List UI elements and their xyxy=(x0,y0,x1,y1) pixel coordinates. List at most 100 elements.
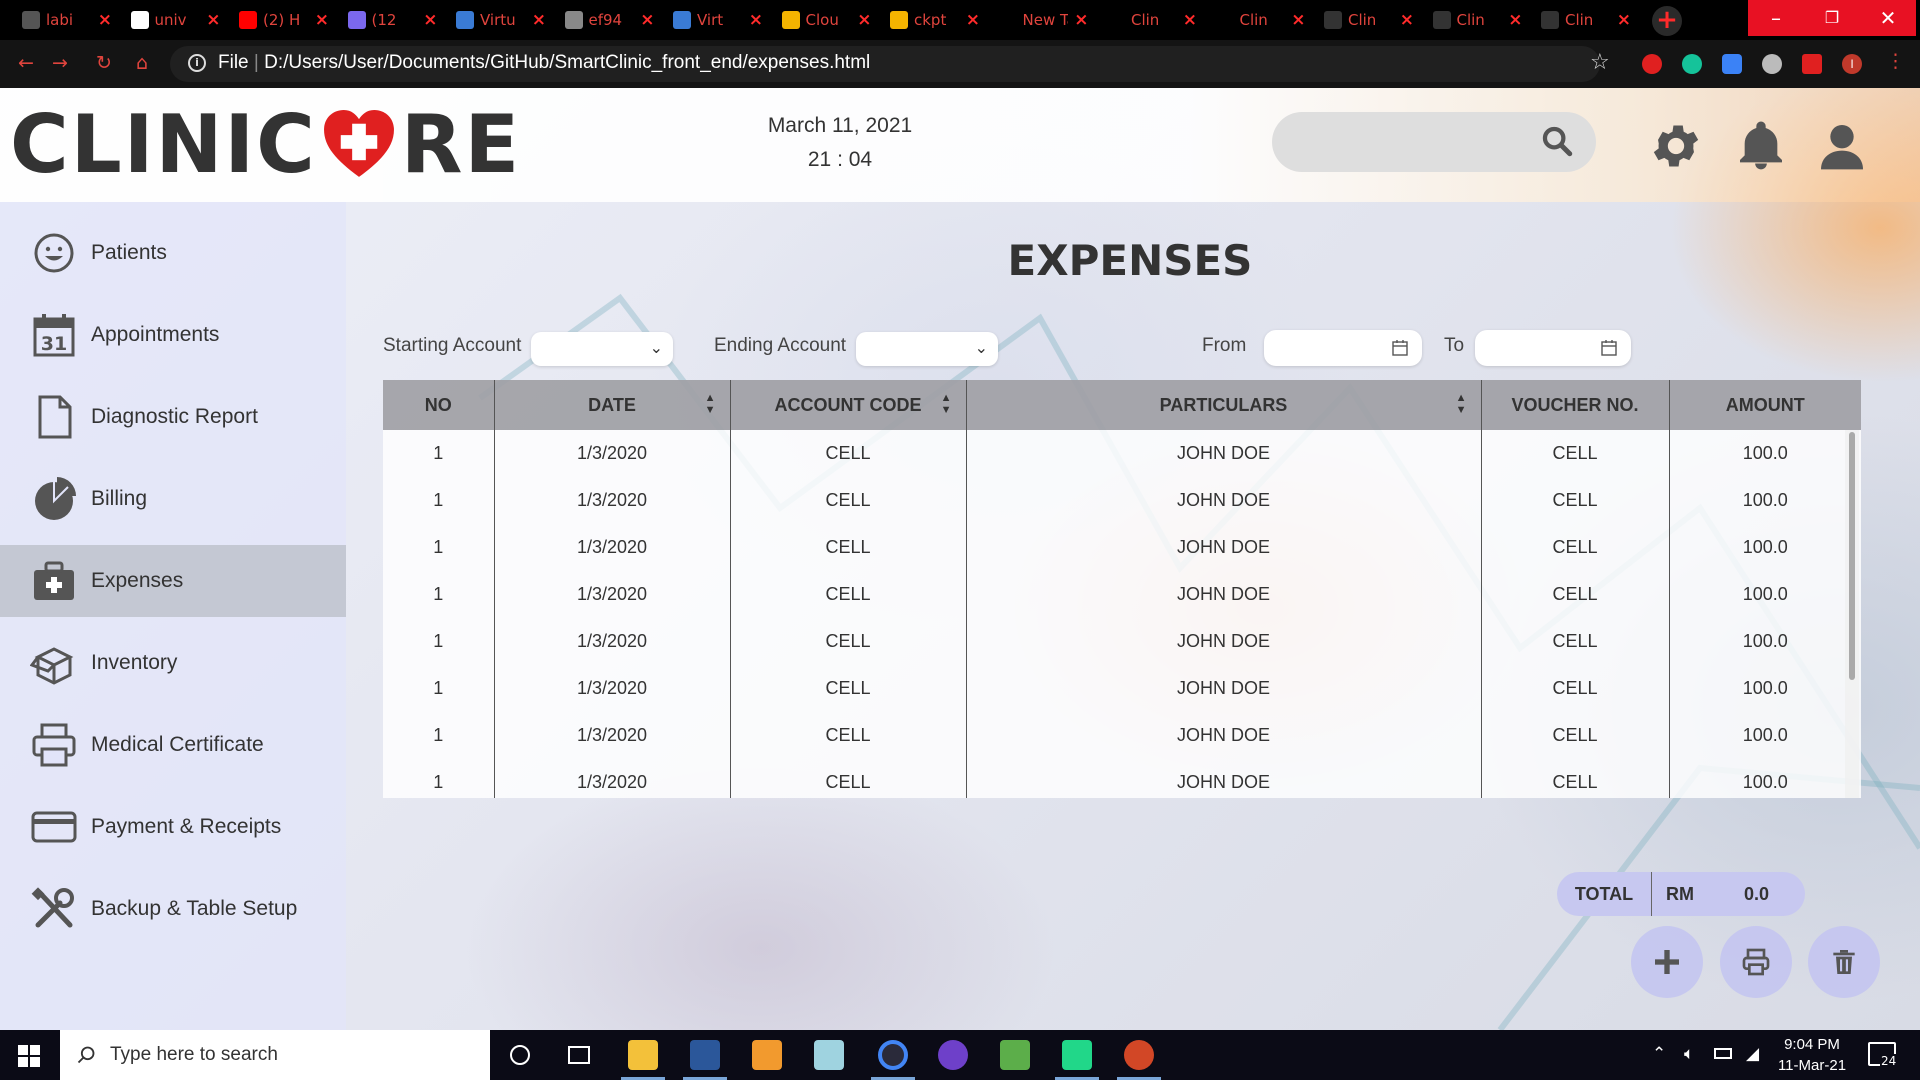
home-icon[interactable]: ⌂ xyxy=(136,52,148,74)
sort-arrows-icon[interactable]: ▲ ▼ xyxy=(705,392,716,416)
column-header[interactable]: ACCOUNT CODE ▲ ▼ xyxy=(730,380,967,430)
browser-tab[interactable]: (2) H × xyxy=(231,6,337,34)
browser-tab[interactable]: labi × xyxy=(14,6,120,34)
tab-close-icon[interactable]: × xyxy=(1291,10,1305,30)
browser-tab[interactable]: ef94 × xyxy=(557,6,663,34)
add-button[interactable] xyxy=(1631,926,1703,998)
tray-up-chevron-icon[interactable]: ⌃ xyxy=(1652,1044,1666,1064)
calendar-icon[interactable] xyxy=(1601,339,1617,356)
minimize-button[interactable]: – xyxy=(1748,0,1804,36)
restore-button[interactable]: ❐ xyxy=(1804,0,1860,36)
tab-close-icon[interactable]: × xyxy=(966,10,980,30)
table-row[interactable]: 1 1/3/2020 CELL JOHN DOE CELL 100.0 xyxy=(383,759,1861,798)
user-avatar-icon[interactable] xyxy=(1814,118,1870,174)
browser-tab[interactable]: Clin × xyxy=(1208,6,1314,34)
tab-close-icon[interactable]: × xyxy=(98,10,112,30)
tab-close-icon[interactable]: × xyxy=(1617,10,1631,30)
browser-tab[interactable]: New Tab × xyxy=(991,6,1097,34)
browser-tab[interactable]: Clin × xyxy=(1099,6,1205,34)
github-desktop-icon[interactable] xyxy=(938,1040,968,1070)
table-row[interactable]: 1 1/3/2020 CELL JOHN DOE CELL 100.0 xyxy=(383,571,1861,618)
column-header[interactable]: DATE ▲ ▼ xyxy=(494,380,731,430)
bell-icon[interactable] xyxy=(1733,118,1789,174)
sort-arrows-icon[interactable]: ▲ ▼ xyxy=(941,392,952,416)
table-row[interactable]: 1 1/3/2020 CELL JOHN DOE CELL 100.0 xyxy=(383,430,1861,477)
forward-icon[interactable]: → xyxy=(52,52,68,74)
extensions-puzzle-icon[interactable] xyxy=(1802,54,1822,74)
site-info-icon[interactable]: i xyxy=(188,54,206,72)
ending-account-select[interactable]: ⌄ xyxy=(856,332,998,366)
volume-icon[interactable]: 🔈︎ xyxy=(1684,1044,1694,1064)
chrome-icon[interactable] xyxy=(878,1040,908,1070)
url-text[interactable]: File | D:/Users/User/Documents/GitHub/Sm… xyxy=(218,52,870,74)
to-date-input[interactable] xyxy=(1475,330,1631,366)
table-row[interactable]: 1 1/3/2020 CELL JOHN DOE CELL 100.0 xyxy=(383,477,1861,524)
print-button[interactable] xyxy=(1720,926,1792,998)
profile-avatar[interactable]: I xyxy=(1842,54,1862,74)
sort-arrows-icon[interactable]: ▲ ▼ xyxy=(1456,392,1467,416)
sidebar-item-medical-certificate[interactable]: Medical Certificate xyxy=(0,709,346,781)
extension-grammarly-icon[interactable] xyxy=(1682,54,1702,74)
tab-close-icon[interactable]: × xyxy=(532,10,546,30)
table-row[interactable]: 1 1/3/2020 CELL JOHN DOE CELL 100.0 xyxy=(383,665,1861,712)
extension-cloud-icon[interactable] xyxy=(1762,54,1782,74)
browser-tab[interactable]: Clou × xyxy=(774,6,880,34)
back-icon[interactable]: ← xyxy=(18,52,34,74)
delete-button[interactable] xyxy=(1808,926,1880,998)
tab-close-icon[interactable]: × xyxy=(1508,10,1522,30)
sidebar-item-expenses[interactable]: Expenses xyxy=(0,545,346,617)
notepad-icon[interactable] xyxy=(814,1040,844,1070)
tab-close-icon[interactable]: × xyxy=(315,10,329,30)
table-row[interactable]: 1 1/3/2020 CELL JOHN DOE CELL 100.0 xyxy=(383,524,1861,571)
browser-tab[interactable]: (12 × xyxy=(340,6,446,34)
search-icon[interactable] xyxy=(1540,124,1574,158)
taskbar-clock[interactable]: 9:04 PM 11-Mar-21 xyxy=(1770,1034,1854,1076)
sidebar-item-patients[interactable]: Patients xyxy=(0,217,346,289)
word-icon[interactable] xyxy=(690,1040,720,1070)
pycharm-icon[interactable] xyxy=(1062,1040,1092,1070)
gear-icon[interactable] xyxy=(1648,118,1704,174)
browser-tab[interactable]: Virt × xyxy=(665,6,771,34)
wifi-icon[interactable]: ◢ xyxy=(1746,1044,1759,1064)
table-scrollbar-thumb[interactable] xyxy=(1849,432,1855,680)
browser-menu-icon[interactable]: ⋮ xyxy=(1886,50,1905,72)
table-row[interactable]: 1 1/3/2020 CELL JOHN DOE CELL 100.0 xyxy=(383,618,1861,665)
tab-close-icon[interactable]: × xyxy=(423,10,437,30)
tab-close-icon[interactable]: × xyxy=(857,10,871,30)
browser-tab[interactable]: Clin × xyxy=(1425,6,1531,34)
sidebar-item-backup-table-setup[interactable]: Backup & Table Setup xyxy=(0,873,346,945)
starting-account-select[interactable]: ⌄ xyxy=(531,332,673,366)
windows-start-icon[interactable] xyxy=(18,1045,40,1067)
tab-close-icon[interactable]: × xyxy=(640,10,654,30)
sidebar-item-appointments[interactable]: 31 Appointments xyxy=(0,299,346,371)
from-date-input[interactable] xyxy=(1264,330,1422,366)
tab-close-icon[interactable]: × xyxy=(206,10,220,30)
calendar-icon[interactable] xyxy=(1392,339,1408,356)
browser-tab[interactable]: Virtu × xyxy=(448,6,554,34)
table-row[interactable]: 1 1/3/2020 CELL JOHN DOE CELL 100.0 xyxy=(383,712,1861,759)
browser-tab[interactable]: ckpt × xyxy=(882,6,988,34)
sidebar-item-inventory[interactable]: Inventory xyxy=(0,627,346,699)
extension-bolt-icon[interactable] xyxy=(1722,54,1742,74)
bookmark-star-icon[interactable]: ☆ xyxy=(1590,50,1610,75)
tab-close-icon[interactable]: × xyxy=(1074,10,1088,30)
tab-close-icon[interactable]: × xyxy=(1183,10,1197,30)
battery-icon[interactable] xyxy=(1714,1048,1732,1059)
close-window-button[interactable]: ✕ xyxy=(1860,0,1916,36)
extension-hand-icon[interactable] xyxy=(1642,54,1662,74)
powerpoint-icon[interactable] xyxy=(1124,1040,1154,1070)
browser-tab[interactable]: Clin × xyxy=(1316,6,1422,34)
browser-tab[interactable]: univ × xyxy=(123,6,229,34)
browser-tab[interactable]: Clin × xyxy=(1533,6,1639,34)
app-green-icon[interactable] xyxy=(1000,1040,1030,1070)
file-explorer-icon[interactable] xyxy=(628,1040,658,1070)
sidebar-item-payment-receipts[interactable]: Payment & Receipts xyxy=(0,791,346,863)
tab-close-icon[interactable]: × xyxy=(1400,10,1414,30)
new-tab-button[interactable]: + xyxy=(1652,6,1682,36)
column-header[interactable]: PARTICULARS ▲ ▼ xyxy=(966,380,1482,430)
sidebar-item-diagnostic-report[interactable]: Diagnostic Report xyxy=(0,381,346,453)
cortana-icon[interactable] xyxy=(510,1045,530,1065)
reload-icon[interactable]: ↻ xyxy=(96,52,112,74)
sidebar-item-billing[interactable]: Billing xyxy=(0,463,346,535)
task-view-icon[interactable] xyxy=(568,1046,590,1064)
